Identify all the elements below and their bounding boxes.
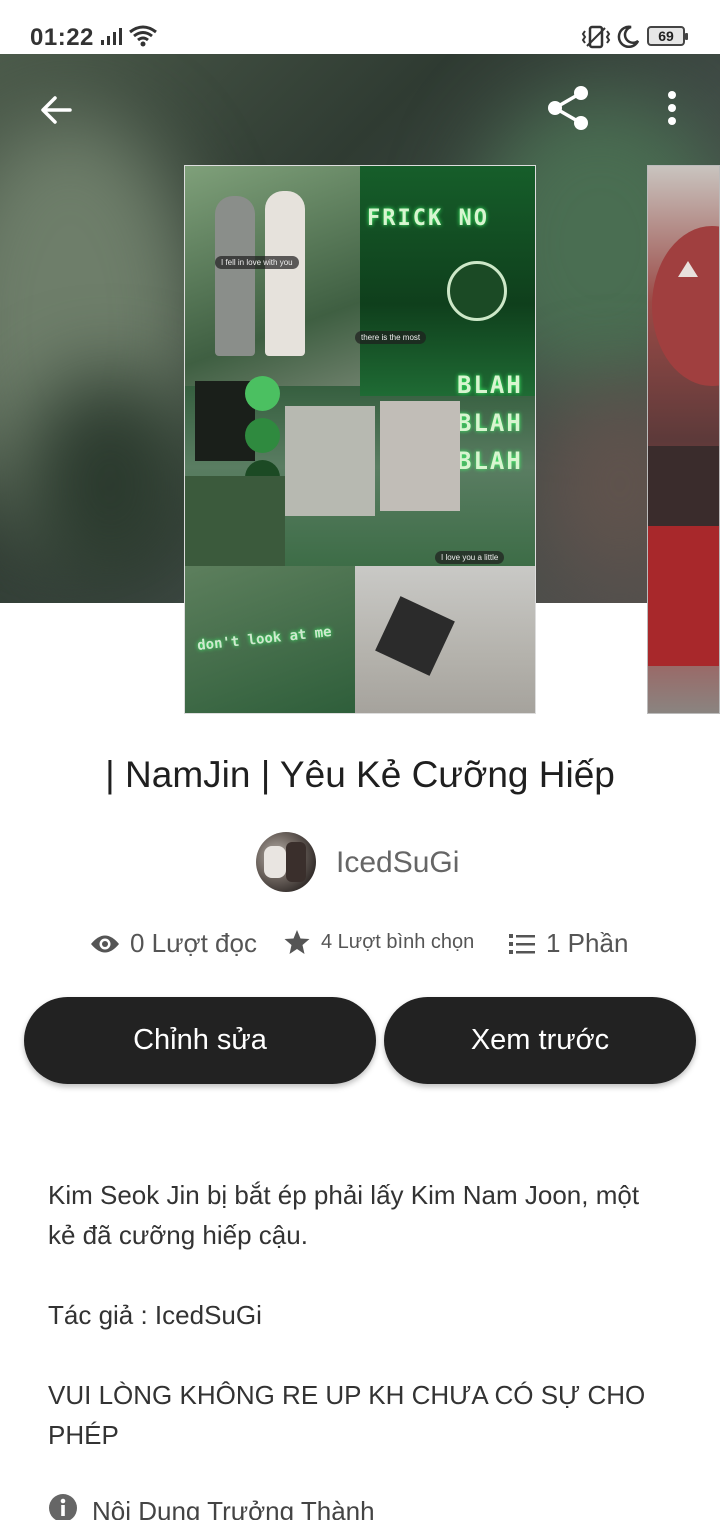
- cover-text-blah-2: BLAH: [457, 409, 523, 437]
- cover-text-frick: FRICK NO: [367, 206, 489, 231]
- back-button[interactable]: [28, 84, 84, 140]
- story-stats: 0 Lượt đọc 4 Lượt bình chọn 1 Phần: [0, 928, 720, 968]
- moon-icon: [616, 24, 640, 53]
- battery-icon: 69: [647, 26, 688, 46]
- edit-button[interactable]: Chỉnh sửa: [24, 997, 376, 1084]
- author-name[interactable]: IcedSuGi: [336, 846, 459, 880]
- parts-stat[interactable]: 1 Phần: [508, 928, 628, 959]
- votes-count: 4 Lượt bình chọn: [321, 930, 475, 953]
- description-author: Tác giả : IcedSuGi: [48, 1300, 262, 1330]
- mature-content-row: Nội Dung Trưởng Thành: [48, 1493, 375, 1520]
- story-cover-image[interactable]: FRICK NO BLAH BLAH BLAH don't look at me…: [184, 165, 536, 714]
- cover-text-blah-3: BLAH: [457, 447, 523, 475]
- preview-button[interactable]: Xem trước: [384, 997, 696, 1084]
- wifi-icon: [128, 24, 158, 53]
- info-icon: [48, 1493, 78, 1520]
- votes-stat: 4 Lượt bình chọn: [283, 928, 474, 956]
- reads-count: 0 Lượt đọc: [130, 928, 257, 958]
- next-cover-image[interactable]: [647, 165, 720, 714]
- arrow-left-icon: [38, 92, 74, 133]
- status-bar: 01:22 69: [0, 0, 720, 54]
- eye-icon: [90, 933, 120, 955]
- share-icon: [543, 83, 593, 138]
- reads-stat: 0 Lượt đọc: [90, 928, 257, 959]
- cover-text-blah-1: BLAH: [457, 371, 523, 399]
- star-icon: [283, 928, 311, 956]
- list-icon: [508, 932, 536, 956]
- more-options-button[interactable]: [648, 80, 696, 140]
- more-vertical-icon: [666, 90, 678, 131]
- vibrate-icon: [581, 24, 611, 55]
- status-time: 01:22: [30, 24, 94, 51]
- mature-content-label: Nội Dung Trưởng Thành: [92, 1496, 375, 1520]
- parts-count: 1 Phần: [546, 928, 629, 958]
- signal-icon: [100, 26, 124, 51]
- author-row[interactable]: IcedSuGi: [0, 832, 720, 894]
- story-description: Kim Seok Jin bị bắt ép phải lấy Kim Nam …: [48, 1175, 668, 1495]
- description-notice: VUI LÒNG KHÔNG RE UP KH CHƯA CÓ SỰ CHO P…: [48, 1380, 646, 1450]
- description-summary: Kim Seok Jin bị bắt ép phải lấy Kim Nam …: [48, 1180, 640, 1250]
- story-title: | NamJin | Yêu Kẻ Cưỡng Hiếp: [105, 754, 615, 795]
- share-button[interactable]: [538, 80, 598, 140]
- avatar[interactable]: [256, 832, 316, 892]
